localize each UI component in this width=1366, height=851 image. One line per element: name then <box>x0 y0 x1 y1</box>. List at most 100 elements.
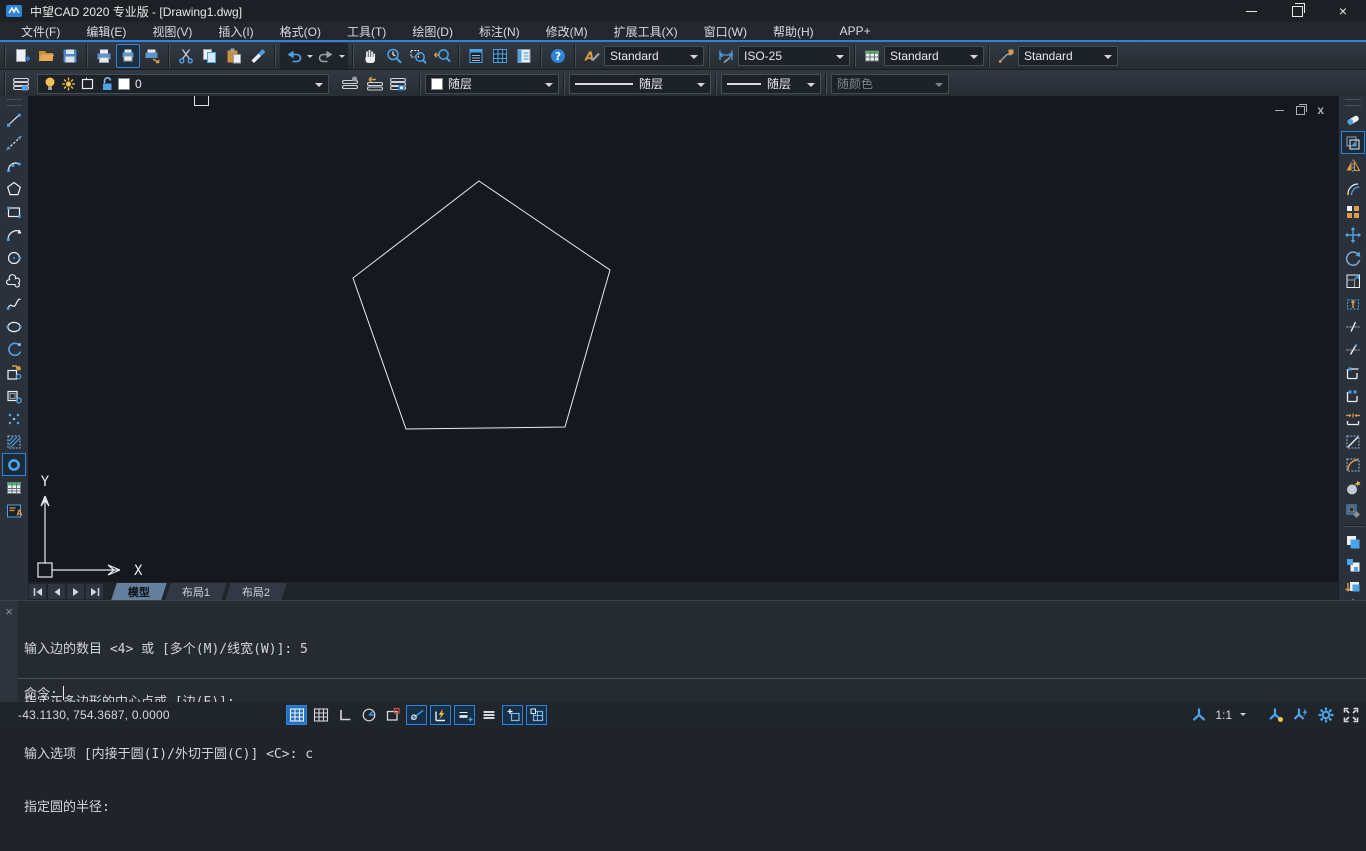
linetype-combo[interactable]: 随层 <box>569 74 711 94</box>
mleader-style-button[interactable] <box>994 44 1018 68</box>
settings-button[interactable] <box>1317 706 1335 724</box>
draworder-back-button[interactable] <box>1341 553 1365 576</box>
make-block-button[interactable] <box>2 384 26 407</box>
match-properties-button[interactable] <box>246 44 270 68</box>
rotate-button[interactable] <box>1341 246 1365 269</box>
menu-insert[interactable]: 插入(I) <box>205 22 266 40</box>
layer-combo[interactable]: 0 <box>37 74 329 94</box>
menu-view[interactable]: 视图(V) <box>139 22 205 40</box>
copy-button[interactable] <box>1341 131 1365 154</box>
tab-nav-first-button[interactable] <box>29 584 46 599</box>
ortho-toggle[interactable] <box>334 705 355 725</box>
line-button[interactable] <box>2 108 26 131</box>
close-button[interactable]: × <box>1320 0 1366 22</box>
xline-button[interactable] <box>2 131 26 154</box>
snap-toggle[interactable] <box>286 705 307 725</box>
hatch-button[interactable] <box>2 430 26 453</box>
donut-button[interactable] <box>2 453 26 476</box>
menu-draw[interactable]: 绘图(D) <box>399 22 466 40</box>
color-combo[interactable]: 随层 <box>425 74 559 94</box>
rectangle-button[interactable] <box>2 200 26 223</box>
trim-button[interactable] <box>1341 315 1365 338</box>
break-at-point-button[interactable] <box>1341 361 1365 384</box>
menu-app-plus[interactable]: APP+ <box>827 22 884 40</box>
print-button[interactable] <box>92 44 116 68</box>
mleader-style-combo[interactable]: Standard <box>1018 46 1118 66</box>
table-style-button[interactable] <box>860 44 884 68</box>
text-style-button[interactable]: A <box>580 44 604 68</box>
revcloud-button[interactable] <box>2 269 26 292</box>
mirror-button[interactable] <box>1341 154 1365 177</box>
restore-button[interactable] <box>1274 0 1320 22</box>
mtext-button[interactable]: A <box>2 499 26 522</box>
undo-dropdown-arrow[interactable] <box>307 55 313 61</box>
array-button[interactable] <box>1341 200 1365 223</box>
layer-properties-button[interactable] <box>10 72 34 96</box>
arc-button[interactable] <box>2 223 26 246</box>
tab-nav-next-button[interactable] <box>67 584 84 599</box>
doc-restore-button[interactable] <box>1296 104 1305 116</box>
redo-button[interactable] <box>314 44 338 68</box>
menu-modify[interactable]: 修改(M) <box>533 22 601 40</box>
osnap-toggle[interactable] <box>382 705 403 725</box>
help-button[interactable]: ? <box>546 44 570 68</box>
circle-button[interactable] <box>2 246 26 269</box>
break-button[interactable] <box>1341 384 1365 407</box>
layer-isolate-button[interactable] <box>387 72 411 96</box>
text-style-combo[interactable]: Standard <box>604 46 704 66</box>
drawing-canvas[interactable]: Y X x <box>28 96 1338 582</box>
extend-button[interactable] <box>1341 338 1365 361</box>
ellipse-arc-button[interactable] <box>2 338 26 361</box>
tab-nav-prev-button[interactable] <box>48 584 65 599</box>
menu-tools[interactable]: 工具(T) <box>334 22 399 40</box>
table-style-combo[interactable]: Standard <box>884 46 984 66</box>
zoom-window-button[interactable] <box>406 44 430 68</box>
draworder-front-button[interactable] <box>1341 530 1365 553</box>
copy-clip-button[interactable] <box>198 44 222 68</box>
design-center-button[interactable] <box>512 44 536 68</box>
lineweight-toggle[interactable] <box>454 705 475 725</box>
explode-button[interactable] <box>1341 476 1365 499</box>
selection-cycling-toggle[interactable] <box>526 705 547 725</box>
menu-file[interactable]: 文件(F) <box>8 22 73 40</box>
new-file-button[interactable] <box>10 44 34 68</box>
fillet-button[interactable] <box>1341 453 1365 476</box>
open-file-button[interactable] <box>34 44 58 68</box>
zoom-realtime-button[interactable] <box>382 44 406 68</box>
properties-palette-button[interactable] <box>464 44 488 68</box>
cut-button[interactable] <box>174 44 198 68</box>
pan-button[interactable] <box>358 44 382 68</box>
layer-previous-button[interactable] <box>363 72 387 96</box>
otrack-toggle[interactable] <box>406 705 427 725</box>
paste-button[interactable] <box>222 44 246 68</box>
block-editor-button[interactable] <box>1341 499 1365 522</box>
polygon-button[interactable] <box>2 177 26 200</box>
scale-dropdown-arrow[interactable] <box>1240 713 1246 719</box>
fullscreen-button[interactable] <box>1342 706 1360 724</box>
dim-style-combo[interactable]: ISO-25 <box>738 46 850 66</box>
print-preview-button[interactable] <box>116 44 140 68</box>
point-button[interactable] <box>2 407 26 430</box>
polyline-button[interactable] <box>2 154 26 177</box>
annotation-scale-button[interactable] <box>1190 706 1208 724</box>
tab-model[interactable]: 模型 <box>111 583 167 600</box>
toolbar-grip[interactable] <box>6 99 22 106</box>
menu-help[interactable]: 帮助(H) <box>760 22 827 40</box>
erase-button[interactable] <box>1341 108 1365 131</box>
polar-toggle[interactable] <box>358 705 379 725</box>
redo-dropdown-arrow[interactable] <box>339 55 345 61</box>
stretch-button[interactable] <box>1341 292 1365 315</box>
annotation-visibility-button[interactable] <box>1267 706 1285 724</box>
tab-layout1[interactable]: 布局1 <box>165 583 227 600</box>
command-input-line[interactable]: 命令: <box>24 683 64 702</box>
dim-style-button[interactable] <box>714 44 738 68</box>
grid-toggle[interactable] <box>310 705 331 725</box>
scale-button[interactable] <box>1341 269 1365 292</box>
save-button[interactable] <box>58 44 82 68</box>
menu-format[interactable]: 格式(O) <box>267 22 334 40</box>
table-button[interactable] <box>2 476 26 499</box>
tab-layout2[interactable]: 布局2 <box>225 583 287 600</box>
annotation-scale-value[interactable]: 1:1 <box>1215 708 1232 722</box>
plot-settings-button[interactable] <box>140 44 164 68</box>
menu-window[interactable]: 窗口(W) <box>691 22 760 40</box>
